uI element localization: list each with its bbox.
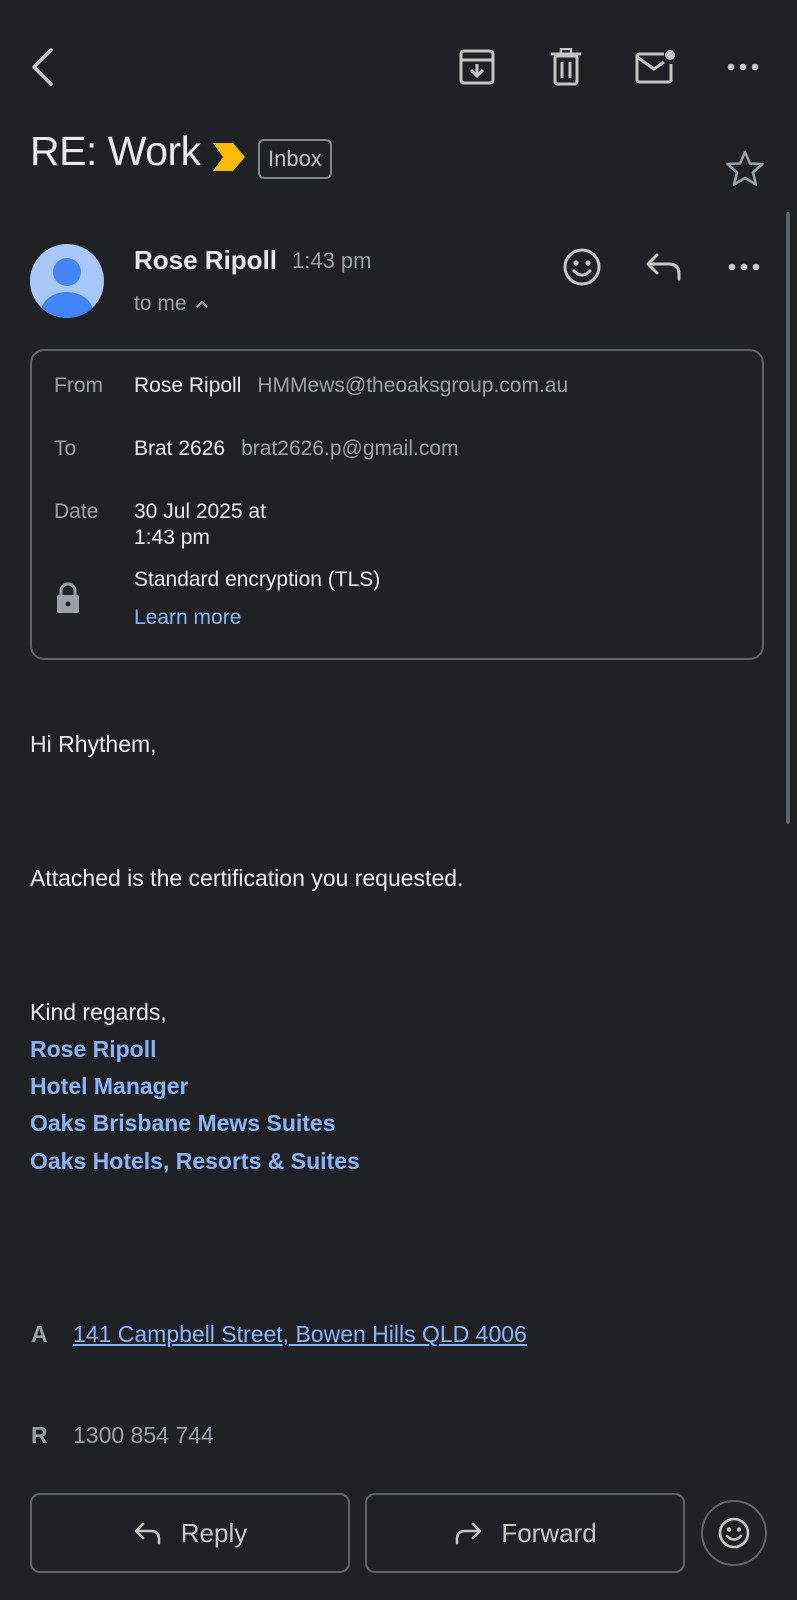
signature-property: Oaks Brisbane Mews Suites [30,1110,336,1136]
emoji-icon [717,1516,751,1550]
to-label: To [54,437,77,460]
signature-name: Rose Ripoll [30,1036,157,1062]
forward-action-button[interactable]: Forward [365,1493,685,1573]
sender-name[interactable]: Rose Ripoll [134,245,277,276]
body-line: Attached is the certification you reques… [30,865,464,891]
more-icon [728,263,760,271]
reply-action-button[interactable]: Reply [30,1493,350,1573]
message-more-button[interactable] [720,243,768,291]
learn-more-link[interactable]: Learn more [134,606,241,630]
to-email[interactable]: brat2626.p@gmail.com [241,437,458,460]
emoji-reaction-button[interactable] [701,1500,767,1566]
address-key: A [31,1321,48,1347]
phone-number[interactable]: 1300 854 744 [73,1422,214,1449]
inbox-label[interactable]: Inbox [258,139,332,179]
greeting-text: Hi Rhythem, [30,731,157,757]
reply-icon [133,1521,163,1545]
archive-button[interactable] [454,44,500,90]
signature-title: Hotel Manager [30,1073,189,1099]
closing-text: Kind regards, [30,999,167,1025]
message-time: 1:43 pm [292,248,372,273]
from-name: Rose Ripoll [134,374,242,397]
forward-label: Forward [501,1517,597,1548]
chevron-up-icon [195,299,209,309]
back-button[interactable] [22,44,62,90]
react-emoji-button[interactable] [558,243,606,291]
emoji-icon [562,247,602,287]
archive-icon [458,48,496,86]
more-icon [727,63,759,71]
message-details-panel: From Rose Ripoll HMMews@theoaksgroup.com.… [30,349,764,660]
recipient-summary: to me [134,292,187,315]
star-icon [726,150,764,186]
mark-unread-icon [634,48,676,86]
from-value: Rose Ripoll HMMews@theoaksgroup.com.au [134,374,568,398]
star-button[interactable] [722,145,768,191]
date-line-2: 1:43 pm [134,526,210,549]
reply-button[interactable] [640,243,688,291]
phone-key: R [31,1422,48,1448]
back-arrow-icon [29,47,55,87]
email-subject: RE: Work [30,128,201,174]
forward-icon [453,1521,483,1545]
reply-label: Reply [180,1517,248,1548]
signature-company: Oaks Hotels, Resorts & Suites [30,1148,360,1174]
mark-unread-button[interactable] [632,44,678,90]
scrollbar[interactable] [786,212,790,824]
recipient-toggle[interactable]: to me [134,292,209,316]
from-label: From [54,374,103,397]
more-options-button[interactable] [720,44,766,90]
address-link[interactable]: 141 Campbell Street, Bowen Hills QLD 400… [73,1321,527,1348]
important-marker-icon[interactable] [213,143,245,171]
to-value: Brat 2626 brat2626.p@gmail.com [134,437,459,461]
to-name: Brat 2626 [134,437,226,460]
avatar[interactable] [30,244,104,318]
from-email[interactable]: HMMews@theoaksgroup.com.au [257,374,568,397]
date-line-1: 30 Jul 2025 at [134,500,266,523]
reply-icon [645,252,683,282]
delete-button[interactable] [543,44,589,90]
date-label: Date [54,500,99,523]
lock-icon [55,582,81,614]
encryption-info: Standard encryption (TLS) [134,568,381,591]
delete-icon [549,48,583,86]
